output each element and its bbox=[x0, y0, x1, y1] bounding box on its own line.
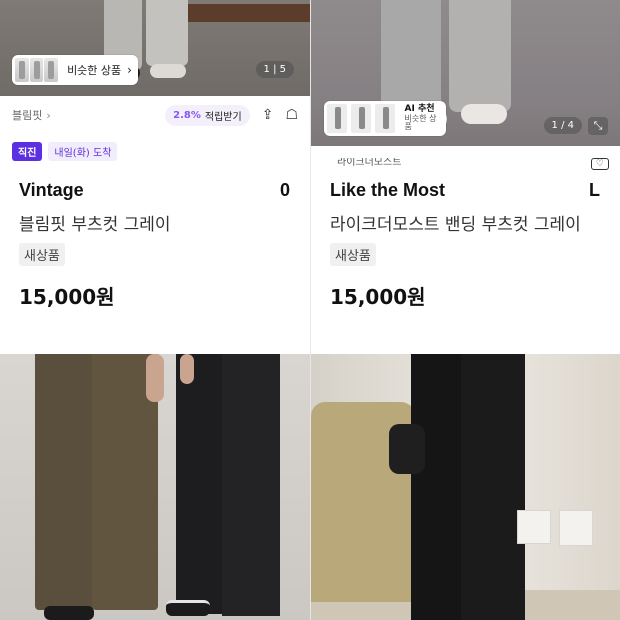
share-icon[interactable]: ⇪ bbox=[262, 107, 274, 123]
heart-icon[interactable]: ♡ bbox=[590, 158, 609, 170]
brand-name: Vintage bbox=[19, 180, 84, 200]
photo-pant-leg bbox=[35, 354, 93, 610]
similar-products-button[interactable]: 비슷한 상품 › bbox=[12, 55, 138, 85]
thumbnail bbox=[44, 58, 59, 82]
points-label: 적립받기 bbox=[204, 111, 242, 123]
photo-outlet bbox=[517, 510, 551, 544]
thumbnail bbox=[374, 104, 395, 133]
chevron-right-icon: › bbox=[46, 108, 51, 122]
points-button[interactable]: 2.8% 적립받기 bbox=[165, 104, 250, 126]
photo-shoe bbox=[44, 606, 94, 620]
condition-badge: 새상품 bbox=[19, 243, 65, 266]
delivery-tags: 직진 내일(화) 도착 bbox=[12, 142, 118, 161]
size-label: 0 bbox=[279, 180, 290, 200]
photo-shoe bbox=[150, 64, 186, 78]
expand-icon[interactable]: ⤡ bbox=[588, 117, 608, 135]
photo-pant-leg bbox=[176, 354, 224, 614]
photo-counter: 1 | 5 bbox=[255, 61, 294, 78]
brand-name: Like the Most bbox=[330, 180, 446, 200]
photo-counter: 1 / 4 bbox=[543, 117, 582, 134]
photo-pant-leg bbox=[146, 0, 188, 66]
product-card-4-photo[interactable] bbox=[311, 354, 620, 620]
thumbnail bbox=[15, 58, 29, 82]
delivery-date-badge: 내일(화) 도착 bbox=[48, 142, 118, 161]
product-price: 15,000원 bbox=[330, 285, 426, 309]
ai-recommend-subtitle: 비슷한 상품 bbox=[404, 113, 437, 132]
points-rate: 2.8% bbox=[173, 109, 201, 121]
photo-bag bbox=[389, 424, 425, 474]
shop-row: 라이크더모스트 ♡ bbox=[323, 158, 609, 170]
photo-shoe bbox=[166, 600, 210, 616]
ai-recommend-button[interactable]: AI 추천 비슷한 상품 bbox=[324, 101, 446, 136]
photo-hand bbox=[180, 354, 194, 384]
cart-icon[interactable]: ☖ bbox=[285, 107, 298, 123]
shop-row: 블림핏 › 2.8% 적립받기 ⇪ ☖ bbox=[12, 104, 298, 126]
thumbnail bbox=[29, 58, 44, 82]
size-label: L bbox=[589, 180, 600, 200]
product-card-2[interactable]: AI 추천 비슷한 상품 1 / 4 ⤡ 라이크더모스트 ♡ Like the … bbox=[311, 0, 620, 354]
thumbnail bbox=[350, 104, 371, 133]
photo-shoe bbox=[461, 104, 507, 124]
photo-hand bbox=[146, 354, 164, 402]
chevron-right-icon: › bbox=[127, 63, 132, 77]
direct-shipping-badge: 직진 bbox=[12, 142, 43, 161]
product-photo[interactable]: AI 추천 비슷한 상품 1 / 4 ⤡ bbox=[311, 0, 620, 146]
condition-badge: 새상품 bbox=[330, 243, 376, 266]
photo-pant-leg bbox=[461, 354, 525, 620]
product-photo[interactable]: 비슷한 상품 › 1 | 5 bbox=[0, 0, 310, 96]
ai-recommend-text: AI 추천 비슷한 상품 bbox=[404, 104, 440, 132]
photo-pant-leg bbox=[222, 354, 280, 616]
thumbnail bbox=[327, 104, 347, 133]
similar-products-label: 비슷한 상품 bbox=[67, 64, 122, 77]
product-name[interactable]: 라이크더모스트 밴딩 부츠컷 그레이 bbox=[330, 210, 581, 235]
photo-outlet bbox=[559, 510, 593, 546]
shop-name-link[interactable]: 블림핏 bbox=[12, 107, 42, 123]
photo-pant-leg bbox=[449, 0, 511, 112]
product-price: 15,000원 bbox=[19, 285, 115, 309]
product-card-1[interactable]: 비슷한 상품 › 1 | 5 블림핏 › 2.8% 적립받기 ⇪ ☖ 직진 내일… bbox=[0, 0, 310, 354]
product-card-3-photo[interactable] bbox=[0, 354, 310, 620]
photo-pant-leg bbox=[411, 354, 463, 620]
product-name[interactable]: 블림핏 부츠컷 그레이 bbox=[19, 210, 171, 235]
shop-name-link[interactable]: 라이크더모스트 bbox=[337, 158, 401, 168]
photo-bench bbox=[170, 4, 310, 22]
